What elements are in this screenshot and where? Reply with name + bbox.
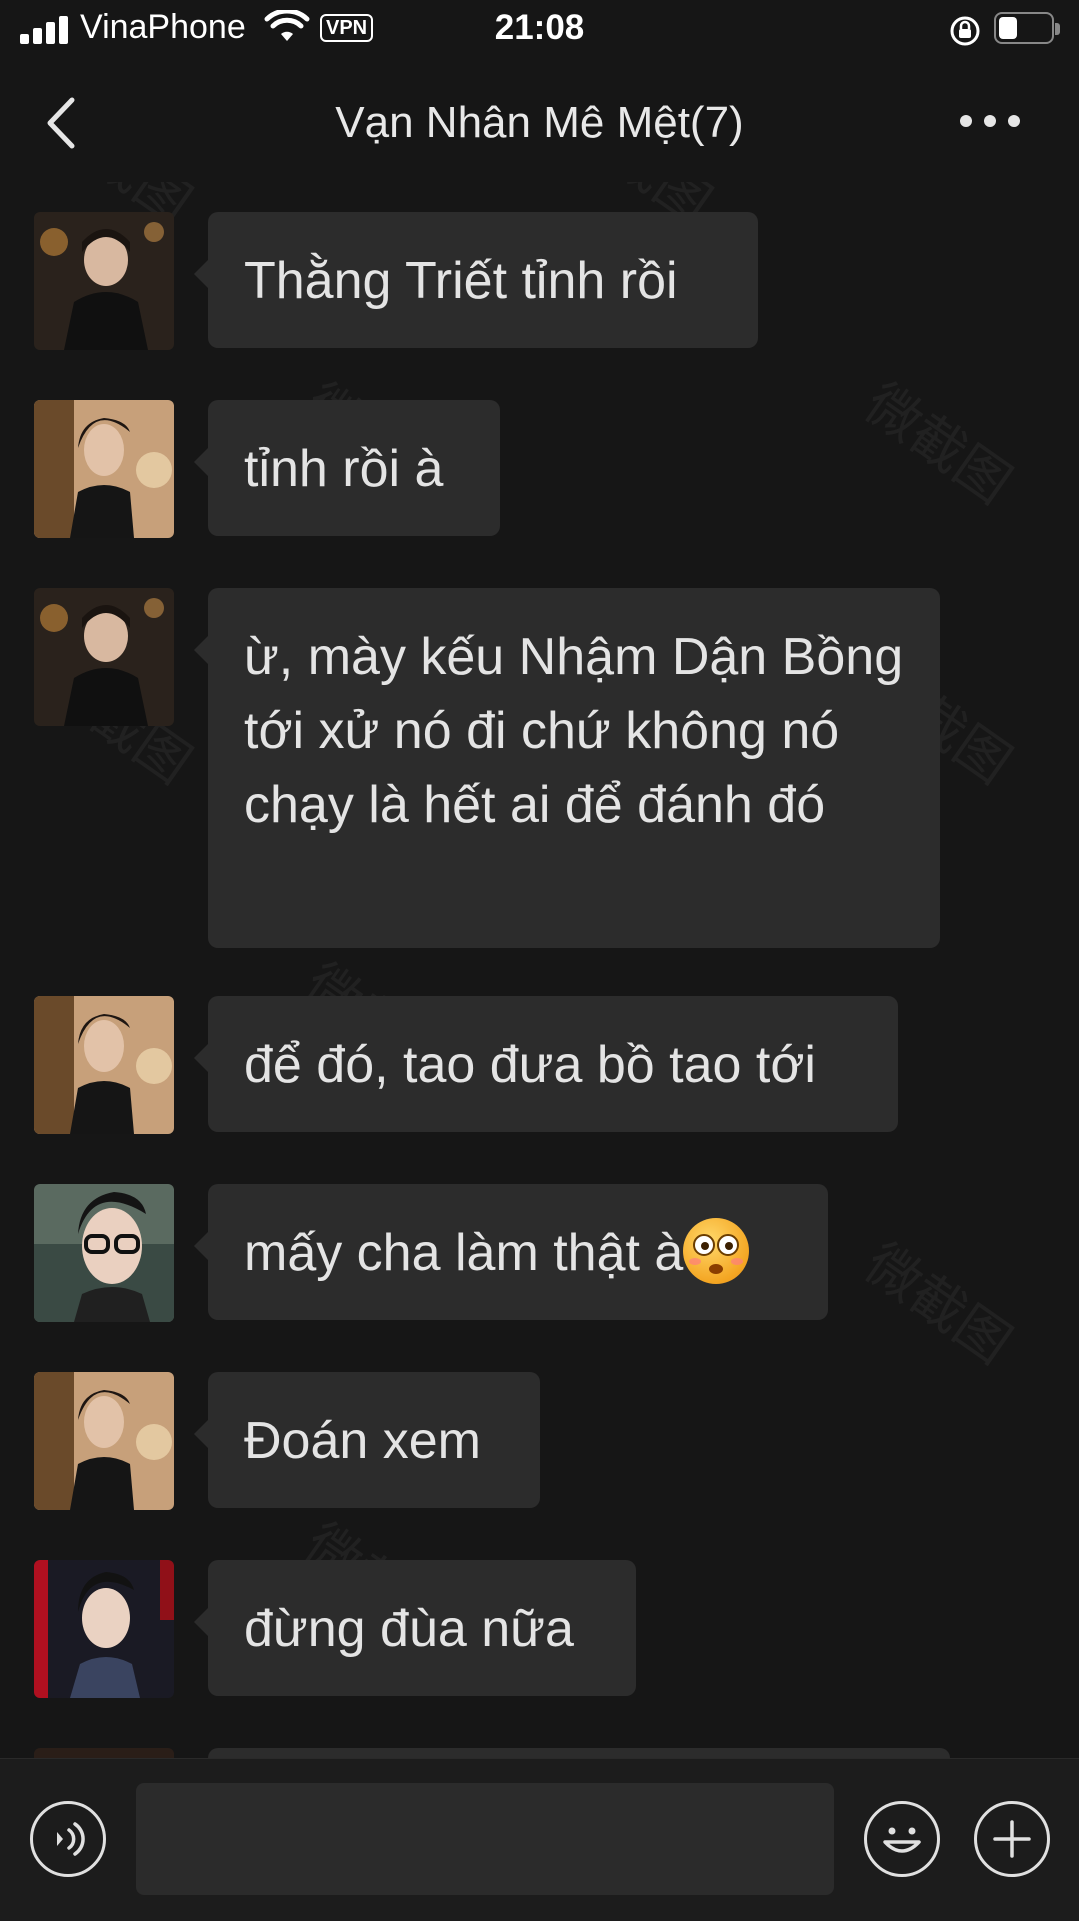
- message-bubble[interactable]: ừ, mày kếu Nhậm Dận Bồng tới xử nó đi ch…: [194, 588, 940, 948]
- message-bubble[interactable]: đừng đùa nữa: [194, 1560, 636, 1696]
- input-bar: [0, 1758, 1079, 1921]
- message-bubble[interactable]: mấy cha làm thật à: [194, 1184, 828, 1320]
- status-bar: VinaPhone VPN 21:08: [0, 0, 1079, 62]
- battery-icon: [994, 12, 1060, 44]
- avatar[interactable]: [34, 212, 174, 350]
- status-time: 21:08: [494, 8, 585, 47]
- avatar[interactable]: [34, 588, 174, 726]
- avatar[interactable]: [34, 1184, 174, 1322]
- rotation-lock-icon: [950, 16, 980, 46]
- emoji-icon[interactable]: [864, 1801, 940, 1877]
- message-bubble[interactable]: [208, 1748, 950, 1758]
- avatar[interactable]: [34, 1560, 174, 1698]
- message-text: đừng đùa nữa: [244, 1600, 574, 1658]
- nav-bar: Vạn Nhân Mê Mệt(7): [0, 62, 1079, 182]
- message-bubble[interactable]: Đoán xem: [194, 1372, 540, 1508]
- more-dots-icon[interactable]: [960, 110, 1020, 130]
- message-bubble[interactable]: Thằng Triết tỉnh rồi: [194, 212, 758, 348]
- message-input[interactable]: [136, 1783, 834, 1895]
- avatar[interactable]: [34, 400, 174, 538]
- message-text: Thằng Triết tỉnh rồi: [244, 252, 678, 310]
- message-text: ừ, mày kếu Nhậm Dận Bồng tới xử nó đi ch…: [244, 628, 904, 834]
- battery-level: [999, 17, 1017, 39]
- voice-icon[interactable]: [30, 1801, 106, 1877]
- message-text: để đó, tao đưa bồ tao tới: [244, 1036, 816, 1094]
- plus-icon[interactable]: [974, 1801, 1050, 1877]
- avatar[interactable]: [34, 996, 174, 1134]
- message-text: Đoán xem: [244, 1412, 481, 1470]
- message-bubble[interactable]: để đó, tao đưa bồ tao tới: [194, 996, 898, 1132]
- message-list[interactable]: Thằng Triết tỉnh rồi tỉnh rồi à ừ, mày k…: [0, 182, 1079, 1758]
- message-text: mấy cha làm thật à: [244, 1224, 684, 1282]
- flushed-face-emoji: [683, 1218, 750, 1284]
- message-bubble[interactable]: tỉnh rồi à: [194, 400, 500, 536]
- chat-title: Vạn Nhân Mê Mệt(7): [335, 98, 744, 147]
- message-text: tỉnh rồi à: [244, 440, 444, 498]
- avatar[interactable]: [34, 1372, 174, 1510]
- avatar[interactable]: [34, 1748, 174, 1758]
